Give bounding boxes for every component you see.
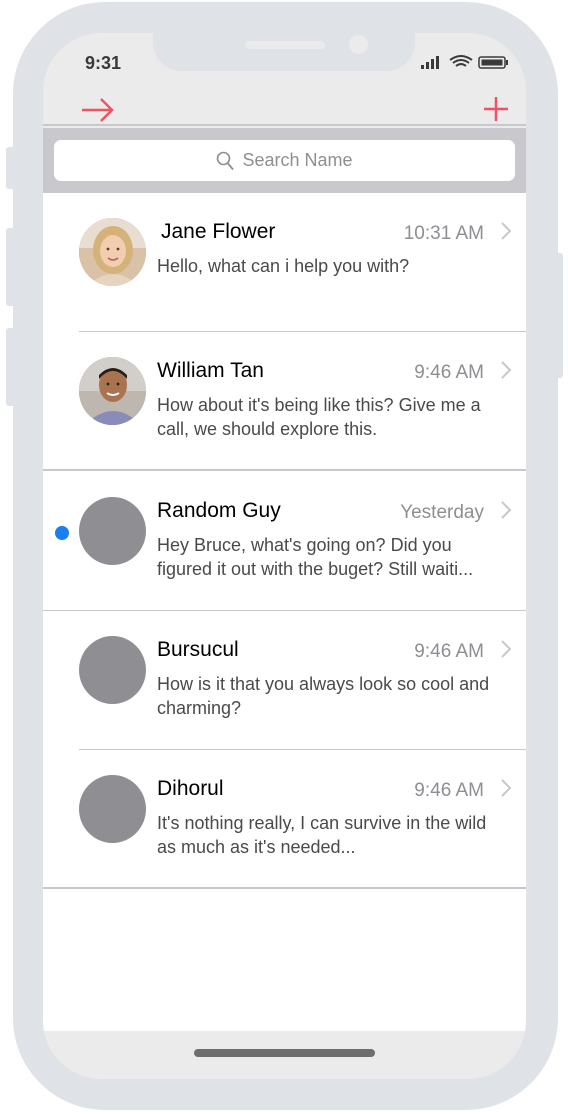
mute-switch (6, 147, 16, 189)
message-preview: How is it that you always look so cool a… (157, 674, 490, 718)
status-icons (421, 55, 508, 69)
contact-name: Bursucul (157, 638, 239, 661)
volume-down-button (6, 328, 16, 406)
wifi-icon (449, 55, 473, 67)
avatar-placeholder (79, 497, 146, 565)
search-icon (217, 151, 235, 170)
volume-up-button (6, 228, 16, 306)
chevron-right-icon (501, 361, 512, 379)
unread-indicator (55, 526, 69, 540)
arrow-right-icon[interactable] (81, 95, 115, 125)
avatar-placeholder (79, 636, 146, 704)
message-preview: It's nothing really, I can survive in th… (157, 813, 487, 857)
conversation-row[interactable]: William Tan 9:46 AM How about it's being… (43, 332, 526, 471)
message-time: 9:46 AM (414, 780, 484, 801)
status-time: 9:31 (85, 53, 122, 73)
chevron-right-icon (501, 501, 512, 519)
avatar-placeholder (79, 775, 146, 843)
contact-name: William Tan (157, 359, 264, 382)
avatar (79, 357, 146, 425)
conversation-row[interactable]: Jane Flower 10:31 AM Hello, what can i h… (43, 193, 526, 332)
row-divider (43, 469, 526, 471)
front-camera (349, 35, 368, 54)
search-input[interactable]: Search Name (54, 140, 515, 181)
power-button (553, 253, 563, 378)
contact-name: Jane Flower (161, 220, 276, 243)
message-time: Yesterday (400, 502, 484, 523)
search-placeholder: Search Name (242, 150, 353, 170)
plus-icon[interactable] (483, 96, 509, 122)
search-bar: Search Name (43, 128, 526, 193)
chevron-right-icon (501, 779, 512, 797)
row-divider (43, 887, 526, 889)
conversation-row[interactable]: Random Guy Yesterday Hey Bruce, what's g… (43, 472, 526, 611)
nav-divider (43, 124, 526, 126)
conversation-row[interactable]: Dihorul 9:46 AM It's nothing really, I c… (43, 750, 526, 889)
chevron-right-icon (501, 640, 512, 658)
conversation-list: Jane Flower 10:31 AM Hello, what can i h… (43, 193, 526, 891)
message-preview: How about it's being like this? Give me … (157, 395, 481, 439)
signal-icon (421, 56, 439, 69)
message-time: 10:31 AM (403, 223, 484, 244)
screen: 9:31 Search Name Jane Flower 10:31 AM He… (43, 33, 526, 1079)
list-empty-area (43, 891, 526, 1031)
contact-name: Random Guy (157, 499, 281, 522)
message-time: 9:46 AM (414, 362, 484, 383)
message-preview: Hey Bruce, what's going on? Did you figu… (157, 535, 474, 579)
conversation-row[interactable]: Bursucul 9:46 AM How is it that you alwa… (43, 611, 526, 750)
chevron-right-icon (501, 222, 512, 240)
battery-icon (478, 56, 508, 69)
avatar (79, 218, 146, 286)
notch (153, 33, 415, 71)
message-preview: Hello, what can i help you with? (157, 256, 410, 276)
speaker-grille (245, 41, 325, 49)
message-time: 9:46 AM (414, 641, 484, 662)
contact-name: Dihorul (157, 777, 224, 800)
home-indicator[interactable] (194, 1049, 375, 1057)
